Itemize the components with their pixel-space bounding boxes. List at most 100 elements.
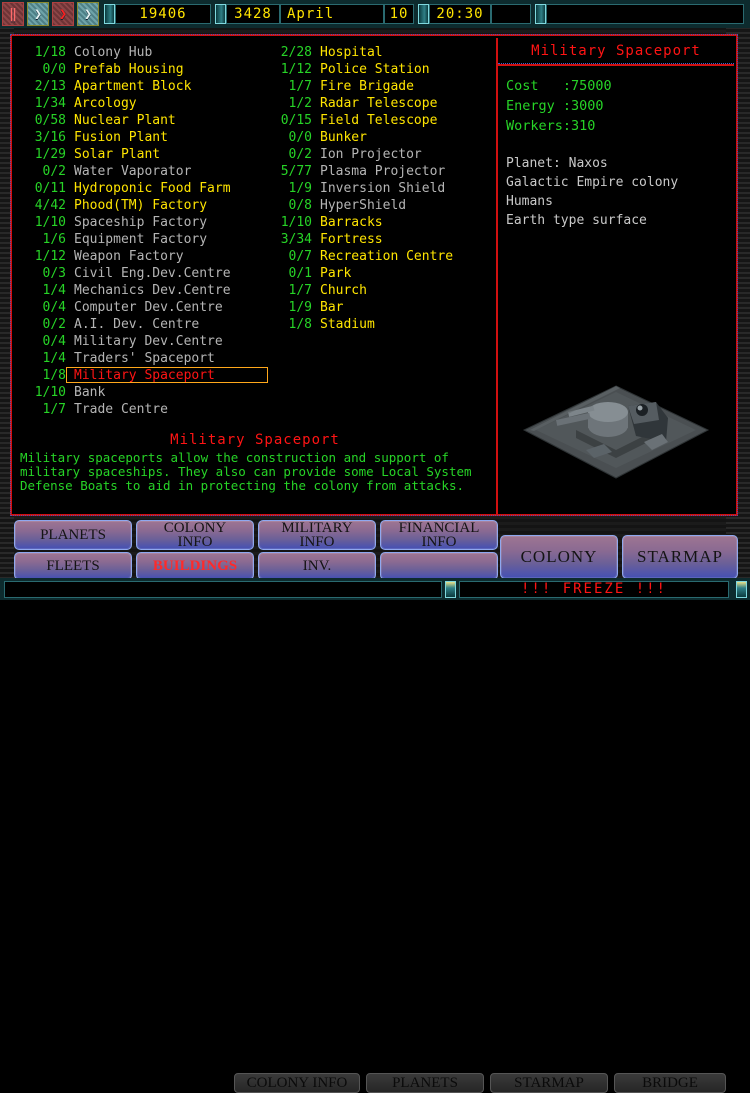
building-list-item-row[interactable]: 3/34 Fortress	[266, 231, 494, 248]
button-military-info[interactable]: MILITARY INFO	[258, 520, 376, 550]
button-fleets[interactable]: FLEETS	[14, 552, 132, 580]
building-name: Stadium	[320, 317, 375, 332]
building-count: 1/7	[288, 283, 312, 298]
building-list-item-row[interactable]: 3/16 Fusion Plant	[22, 129, 262, 146]
building-list-item-row[interactable]: 1/6 Equipment Factory	[22, 231, 262, 248]
building-list-item-row[interactable]: 1/8 Stadium	[266, 316, 494, 333]
building-list-item-row[interactable]: 0/4 Military Dev.Centre	[22, 333, 262, 350]
building-list-item-row[interactable]: 1/9 Bar	[266, 299, 494, 316]
building-list-item-row[interactable]: 4/42 Phood(TM) Factory	[22, 197, 262, 214]
main-screen: 1/18 Colony Hub 0/0 Prefab Housing 2/13 Apart…	[10, 34, 738, 516]
wide-notch-icon	[535, 4, 546, 24]
building-list-item-row[interactable]: 0/4 Computer Dev.Centre	[22, 299, 262, 316]
building-list-item-row[interactable]: 1/18 Colony Hub	[22, 44, 262, 61]
button-colony[interactable]: COLONY	[500, 535, 618, 579]
building-list-item-row[interactable]: 0/2 Ion Projector	[266, 146, 494, 163]
play-button[interactable]: ❯	[27, 2, 49, 26]
building-list-item-row[interactable]: 0/0 Bunker	[266, 129, 494, 146]
building-count: 0/3	[42, 266, 66, 281]
building-count: 1/12	[34, 249, 66, 264]
building-name: Radar Telescope	[320, 96, 438, 111]
description-line-1: Military spaceports allow the constructi…	[20, 450, 449, 465]
building-name: Fire Brigade	[320, 79, 414, 94]
button-financial-info[interactable]: FINANCIAL INFO	[380, 520, 498, 550]
building-list-item-row[interactable]: 0/0 Prefab Housing	[22, 61, 262, 78]
building-count: 0/2	[288, 147, 312, 162]
bg-button-colony-info[interactable]: COLONY INFO	[234, 1073, 360, 1093]
building-list-item-row[interactable]: 1/10 Bank	[22, 384, 262, 401]
button-colony-info[interactable]: COLONY INFO	[136, 520, 254, 550]
time-display: 20:30	[429, 4, 491, 24]
building-name: Plasma Projector	[320, 164, 446, 179]
building-list-item-row[interactable]: 1/4 Mechanics Dev.Centre	[22, 282, 262, 299]
fast-forward-button[interactable]: ❯	[52, 2, 74, 26]
building-name: Arcology	[74, 96, 137, 111]
building-list-item-row[interactable]: 1/12 Weapon Factory	[22, 248, 262, 265]
building-name: Prefab Housing	[74, 62, 184, 77]
pause-button[interactable]: ‖	[2, 2, 24, 26]
button-buildings[interactable]: BUILDINGS	[136, 552, 254, 580]
building-list-item-row[interactable]: 0/11 Hydroponic Food Farm	[22, 180, 262, 197]
building-list-item-row[interactable]: 1/8 Military Spaceport	[22, 367, 268, 384]
status-bar: !!! FREEZE !!!	[0, 578, 750, 600]
building-list-item-row[interactable]: 0/7 Recreation Centre	[266, 248, 494, 265]
button-starmap[interactable]: STARMAP	[622, 535, 738, 579]
building-name: Military Dev.Centre	[74, 334, 223, 349]
bg-button-starmap[interactable]: STARMAP	[490, 1073, 608, 1093]
building-count: 4/42	[34, 198, 66, 213]
building-list-item-row[interactable]: 1/34 Arcology	[22, 95, 262, 112]
day-display: 10	[384, 4, 414, 24]
building-list-item-row[interactable]: 1/7 Trade Centre	[22, 401, 262, 418]
building-list-item-row[interactable]: 1/12 Police Station	[266, 61, 494, 78]
building-list-item-row[interactable]: 1/4 Traders' Spaceport	[22, 350, 262, 367]
status-notch-icon	[445, 580, 456, 598]
building-list-item-row[interactable]: 0/2 Water Vaporator	[22, 163, 262, 180]
building-list-item-row[interactable]: 1/10 Spaceship Factory	[22, 214, 262, 231]
building-count: 0/15	[280, 113, 312, 128]
building-list-item-row[interactable]: 1/7 Fire Brigade	[266, 78, 494, 95]
button-empty-slot[interactable]	[380, 552, 498, 580]
building-list-item-row[interactable]: 1/7 Church	[266, 282, 494, 299]
message-display	[546, 4, 744, 24]
planet-owner-line: Galactic Empire colony	[506, 175, 679, 190]
building-name: Fusion Plant	[74, 130, 168, 145]
building-list-item-row[interactable]: 0/15 Field Telescope	[266, 112, 494, 129]
building-list-item-row[interactable]: 5/77 Plasma Projector	[266, 163, 494, 180]
workers-stat: Workers:310	[506, 118, 596, 134]
building-name: Military Spaceport	[74, 368, 215, 383]
building-count: 1/10	[280, 215, 312, 230]
building-name: Recreation Centre	[320, 249, 454, 264]
cost-stat: Cost :75000	[506, 78, 612, 94]
building-name: Mechanics Dev.Centre	[74, 283, 231, 298]
building-count: 1/8	[42, 368, 66, 383]
button-inventory[interactable]: INV.	[258, 552, 376, 580]
status-left-field	[4, 580, 442, 598]
building-name: A.I. Dev. Centre	[74, 317, 200, 332]
turbo-speed-button[interactable]: ❯	[77, 2, 99, 26]
bg-button-planets[interactable]: PLANETS	[366, 1073, 484, 1093]
building-list-item-row[interactable]: 0/1 Park	[266, 265, 494, 282]
bg-button-bridge[interactable]: BRIDGE	[614, 1073, 726, 1093]
building-name: Hospital	[320, 45, 383, 60]
building-count: 1/2	[288, 96, 312, 111]
building-name: Civil Eng.Dev.Centre	[74, 266, 231, 281]
building-name: Police Station	[320, 62, 430, 77]
command-button-panel: COLONY INFO PLANETS STARMAP BRIDGE PLANE…	[0, 517, 750, 1093]
building-list-item-row[interactable]: 0/2 A.I. Dev. Centre	[22, 316, 262, 333]
building-name: Equipment Factory	[74, 232, 208, 247]
building-list-item-row[interactable]: 0/3 Civil Eng.Dev.Centre	[22, 265, 262, 282]
building-list-item-row[interactable]: 1/2 Radar Telescope	[266, 95, 494, 112]
building-count: 2/13	[34, 79, 66, 94]
building-list-item-row[interactable]: 0/8 HyperShield	[266, 197, 494, 214]
description-line-2: military spaceships. They also can provi…	[20, 464, 472, 479]
building-count: 1/9	[288, 300, 312, 315]
building-list-item-row[interactable]: 1/9 Inversion Shield	[266, 180, 494, 197]
info-stats: Cost :75000 Energy :3000 Workers:310	[498, 66, 734, 136]
building-list-item-row[interactable]: 1/29 Solar Plant	[22, 146, 262, 163]
building-list-item-row[interactable]: 2/28 Hospital	[266, 44, 494, 61]
console-frame: 1/18 Colony Hub 0/0 Prefab Housing 2/13 Apart…	[0, 28, 750, 1093]
building-list-item-row[interactable]: 1/10 Barracks	[266, 214, 494, 231]
building-list-item-row[interactable]: 0/58 Nuclear Plant	[22, 112, 262, 129]
building-list-item-row[interactable]: 2/13 Apartment Block	[22, 78, 262, 95]
button-planets[interactable]: PLANETS	[14, 520, 132, 550]
